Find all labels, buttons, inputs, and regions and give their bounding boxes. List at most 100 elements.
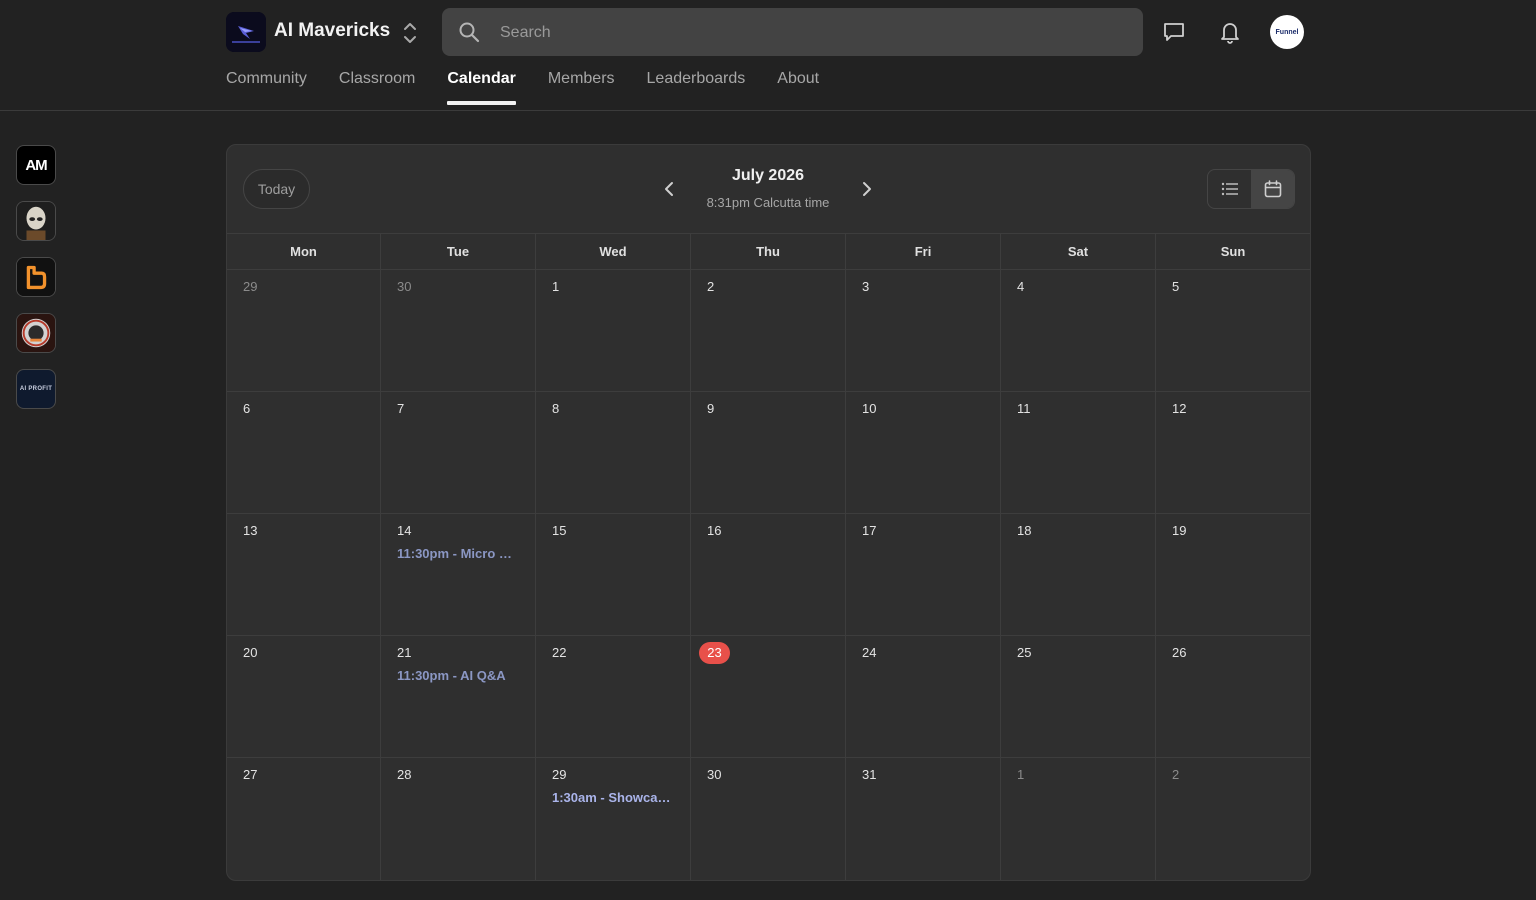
calendar-day[interactable]: 5 [1156, 270, 1310, 391]
calendar-day[interactable]: 13 [227, 514, 381, 635]
timezone-subtitle: 8:31pm Calcutta time [706, 195, 830, 210]
tab-about[interactable]: About [777, 70, 819, 102]
tab-leaderboards[interactable]: Leaderboards [647, 70, 746, 102]
list-view-button[interactable] [1208, 170, 1251, 208]
view-toggle [1207, 169, 1295, 209]
calendar-day[interactable]: 16 [691, 514, 846, 635]
day-number: 9 [707, 401, 715, 416]
calendar-day[interactable]: 19 [1156, 514, 1310, 635]
group-logo[interactable] [226, 12, 266, 52]
calendar-day[interactable]: 28 [381, 758, 536, 880]
calendar-day[interactable]: 30 [381, 270, 536, 391]
next-month-button[interactable] [856, 179, 876, 199]
tab-classroom[interactable]: Classroom [339, 70, 415, 102]
calendar-day[interactable]: 6 [227, 392, 381, 513]
calendar-day[interactable]: 9 [691, 392, 846, 513]
day-number: 10 [862, 401, 877, 416]
alien-logo-icon [17, 202, 55, 240]
calendar-event[interactable]: 1:30am - Showcas… [552, 790, 674, 805]
calendar-day[interactable]: 17 [846, 514, 1001, 635]
search-input[interactable] [498, 8, 1122, 58]
tab-members[interactable]: Members [548, 70, 615, 102]
calendar-day[interactable]: 20 [227, 636, 381, 757]
calendar-day[interactable]: 29 [227, 270, 381, 391]
group-name[interactable]: AI Mavericks [274, 20, 390, 42]
day-number: 1 [1017, 767, 1025, 782]
today-button[interactable]: Today [243, 169, 310, 209]
day-number: 21 [397, 645, 412, 660]
day-number: 18 [1017, 523, 1032, 538]
calendar-day[interactable]: 29 1:30am - Showcas… [536, 758, 691, 880]
user-avatar[interactable]: Funnel [1270, 15, 1304, 49]
day-number: 19 [1172, 523, 1187, 538]
calendar-week-row: 20 21 11:30pm - AI Q&A 22 23 24 25 26 [227, 636, 1310, 758]
calendar-day[interactable]: 26 [1156, 636, 1310, 757]
calendar-day[interactable]: 25 [1001, 636, 1156, 757]
day-number: 1 [552, 279, 560, 294]
top-header: AI Mavericks Funnel Community Classroom … [0, 0, 1536, 111]
calendar-day[interactable]: 1 [1001, 758, 1156, 880]
calendar-day[interactable]: 31 [846, 758, 1001, 880]
day-number: 14 [397, 523, 412, 538]
calendar-day[interactable]: 7 [381, 392, 536, 513]
search-icon [459, 22, 480, 43]
calendar-day[interactable]: 27 [227, 758, 381, 880]
weekday-label: Sat [1001, 234, 1156, 270]
day-number: 29 [243, 279, 258, 294]
day-number: 5 [1172, 279, 1180, 294]
calendar-card: Today July 2026 8:31pm Calcutta time Mon… [226, 144, 1311, 881]
sidebar-group-orange[interactable] [16, 257, 56, 297]
day-number: 30 [397, 279, 412, 294]
calendar-day[interactable]: 11 [1001, 392, 1156, 513]
sidebar-group-emblem[interactable] [16, 313, 56, 353]
day-number: 27 [243, 767, 258, 782]
calendar-day[interactable]: 4 [1001, 270, 1156, 391]
weekday-label: Tue [381, 234, 536, 270]
calendar-day[interactable]: 2 [691, 270, 846, 391]
calendar-event[interactable]: 11:30pm - Micro S… [397, 546, 519, 561]
calendar-view-button[interactable] [1251, 170, 1294, 208]
calendar-day[interactable]: 1 [536, 270, 691, 391]
calendar-day[interactable]: 18 [1001, 514, 1156, 635]
calendar-week-row: 6 7 8 9 10 11 12 [227, 392, 1310, 514]
calendar-weeks: 29 30 1 2 3 4 5 6 7 8 9 10 11 12 13 14 11:30pm - Micro S… [227, 270, 1310, 880]
day-number: 26 [1172, 645, 1187, 660]
mavericks-logo-icon [226, 12, 266, 52]
calendar-week-row: 27 28 29 1:30am - Showcas… 30 31 1 2 [227, 758, 1310, 880]
orange-b-logo-icon [17, 258, 55, 296]
group-sidebar: AM AI PROFIT [16, 145, 56, 409]
day-number: 4 [1017, 279, 1025, 294]
tab-community[interactable]: Community [226, 70, 307, 102]
sidebar-group-ai-profit[interactable]: AI PROFIT [16, 369, 56, 409]
calendar-day[interactable]: 14 11:30pm - Micro S… [381, 514, 536, 635]
day-number: 12 [1172, 401, 1187, 416]
calendar-event[interactable]: 11:30pm - AI Q&A [397, 668, 519, 683]
calendar-day[interactable]: 10 [846, 392, 1001, 513]
calendar-day[interactable]: 2 [1156, 758, 1310, 880]
calendar-day[interactable]: 8 [536, 392, 691, 513]
day-number: 7 [397, 401, 405, 416]
day-number: 22 [552, 645, 567, 660]
calendar-day[interactable]: 12 [1156, 392, 1310, 513]
group-switcher-icon[interactable] [400, 20, 420, 46]
calendar-day[interactable]: 21 11:30pm - AI Q&A [381, 636, 536, 757]
calendar-day[interactable]: 15 [536, 514, 691, 635]
calendar-grid: Mon Tue Wed Thu Fri Sat Sun 29 30 1 2 3 4 5 6 7 8… [227, 233, 1310, 880]
bell-icon[interactable] [1217, 19, 1243, 45]
calendar-day[interactable]: 22 [536, 636, 691, 757]
sidebar-group-alien[interactable] [16, 201, 56, 241]
weekday-label: Mon [227, 234, 381, 270]
calendar-day[interactable]: 3 [846, 270, 1001, 391]
calendar-day[interactable]: 24 [846, 636, 1001, 757]
tab-calendar[interactable]: Calendar [447, 70, 517, 105]
calendar-day[interactable]: 30 [691, 758, 846, 880]
am-logo-icon: AM [25, 156, 47, 174]
ai-profit-logo-icon: AI PROFIT [19, 386, 53, 392]
search-bar[interactable] [442, 8, 1143, 58]
day-number: 6 [243, 401, 251, 416]
day-number: 13 [243, 523, 258, 538]
day-number: 30 [707, 767, 722, 782]
chat-icon[interactable] [1161, 19, 1187, 45]
calendar-day-today[interactable]: 23 [691, 636, 846, 757]
sidebar-group-am[interactable]: AM [16, 145, 56, 185]
